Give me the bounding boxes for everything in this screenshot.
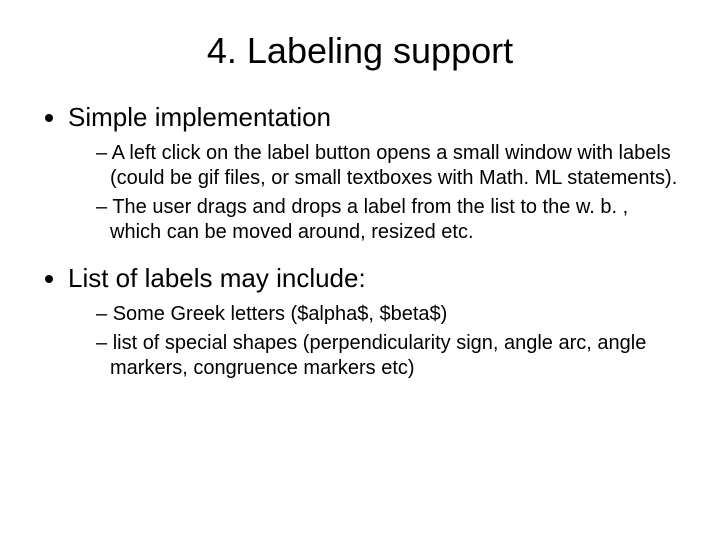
list-item: Simple implementation A left click on th… [68,102,680,245]
sub-list-item: list of special shapes (perpendicularity… [96,331,680,381]
sub-list-item: The user drags and drops a label from th… [96,195,680,245]
list-item-label: List of labels may include: [68,263,366,293]
sub-list-item: A left click on the label button opens a… [96,141,680,191]
list-item: List of labels may include: Some Greek l… [68,263,680,381]
list-item-label: Simple implementation [68,102,331,132]
slide: 4. Labeling support Simple implementatio… [0,0,720,540]
slide-title: 4. Labeling support [40,30,680,72]
sub-list-item: Some Greek letters ($alpha$, $beta$) [96,302,680,327]
bullet-list: Simple implementation A left click on th… [40,102,680,381]
sub-list: Some Greek letters ($alpha$, $beta$) lis… [68,302,680,381]
sub-list: A left click on the label button opens a… [68,141,680,245]
